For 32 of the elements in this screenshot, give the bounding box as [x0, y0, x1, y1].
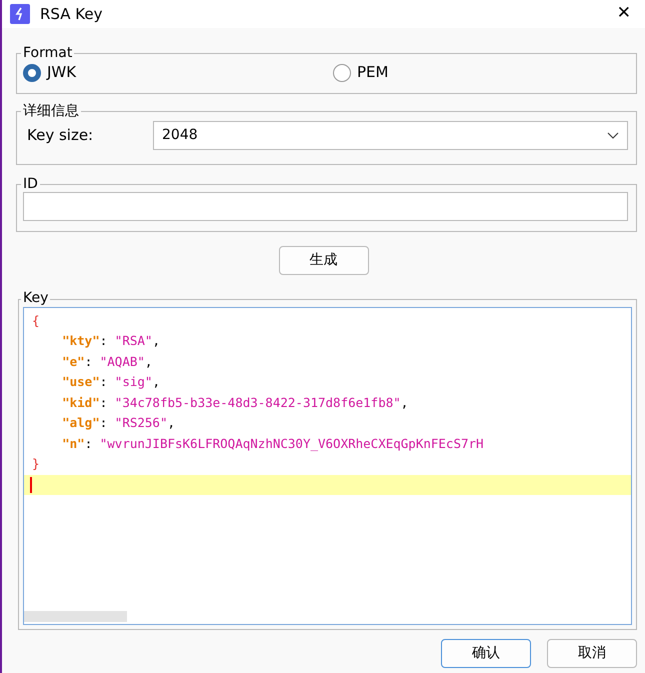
code-line: }: [31, 455, 41, 474]
code-line: {: [31, 312, 41, 330]
group-title: ID: [22, 177, 39, 192]
code-line: "kid": "34c78fb5-b33e-48d3-8422-317d8f6e1fb8",: [61, 394, 410, 412]
radio-option[interactable]: PEM: [333, 61, 388, 84]
close-button[interactable]: ✕: [610, 1, 637, 27]
dropdown-value: 2048: [162, 126, 198, 146]
id-input-field[interactable]: [23, 192, 628, 222]
radio-label: PEM: [357, 62, 388, 84]
chevron-down-icon: [607, 132, 619, 140]
text-cursor: [30, 476, 32, 493]
key-size-dropdown[interactable]: 2048: [153, 121, 628, 150]
radio-icon[interactable]: [333, 64, 351, 82]
code-line: "kty": "RSA",: [61, 332, 161, 350]
radio-label: JWK: [47, 62, 76, 84]
confirm-button[interactable]: 确认: [441, 638, 531, 668]
group-title: Key: [22, 291, 50, 307]
code-editor[interactable]: { "kty": "RSA", "e": "AQAB", "use": "sig", "kid": "34c78fb5-b33e-48d3-8422-317d8f6e1fb8", "alg": "RS256", "n": "wvrunJIBFsK6LFROQAqNzhNC30Y_V6OXRheCXEqGpKnFEcS7rH }: [23, 306, 632, 625]
group-title: Format: [22, 46, 74, 62]
group-title: 详细信息: [22, 104, 80, 120]
code-line: "alg": "RS256",: [61, 414, 176, 432]
cancel-button[interactable]: 取消: [547, 638, 637, 668]
code-line: "n": "wvrunJIBFsK6LFROQAqNzhNC30Y_V6OXRheCXEqGpKnFEcS7rH: [61, 434, 485, 453]
scrollbar-thumb[interactable]: [24, 610, 127, 622]
field-label: Key size:: [27, 125, 94, 146]
radio-icon[interactable]: [23, 64, 41, 82]
generate-button[interactable]: 生成: [278, 246, 368, 276]
radio-option[interactable]: JWK: [23, 61, 76, 84]
code-line: "e": "AQAB",: [61, 352, 154, 371]
window-title: RSA Key: [40, 4, 102, 25]
code-line: "use": "sig",: [61, 373, 161, 392]
app-icon: [10, 4, 30, 24]
